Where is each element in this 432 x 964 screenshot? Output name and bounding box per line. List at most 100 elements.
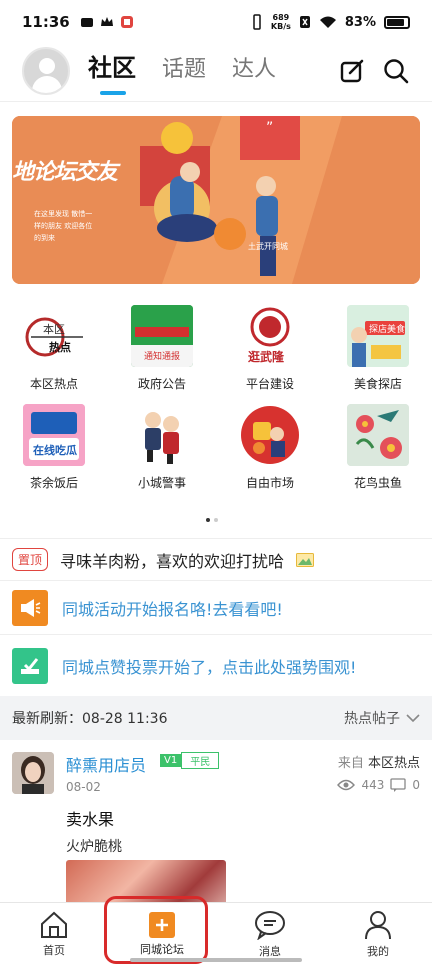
category-label: 美食探店 bbox=[353, 377, 402, 391]
banner-illustration: ” bbox=[12, 116, 420, 284]
hot-thumb: 本区 热点 bbox=[23, 305, 85, 367]
battery-percent: 83% bbox=[344, 14, 376, 30]
svg-text:”: ” bbox=[266, 120, 273, 136]
post-source: 来自 本区热点 bbox=[337, 756, 420, 771]
nav-messages[interactable]: 消息 bbox=[216, 903, 324, 964]
grid-pager bbox=[206, 518, 218, 522]
banner-title: 地论坛交友 bbox=[12, 160, 118, 185]
edit-icon[interactable] bbox=[338, 57, 366, 85]
category-label: 小城警事 bbox=[137, 476, 186, 490]
user-avatar[interactable] bbox=[22, 46, 70, 95]
nav-label: 消息 bbox=[259, 945, 281, 958]
bottom-nav: 首页 同城论坛 消息 我的 bbox=[0, 902, 432, 964]
top-header: 社区 话题 达人 bbox=[0, 40, 432, 102]
svg-text:本区: 本区 bbox=[43, 322, 65, 336]
category-food[interactable]: 探店美食 美食探店 bbox=[324, 305, 432, 392]
network-speed: 689 KB/s bbox=[270, 13, 291, 31]
post-image[interactable] bbox=[66, 860, 226, 902]
market-thumb bbox=[239, 404, 301, 466]
category-flowers[interactable]: 花鸟虫鱼 bbox=[324, 404, 432, 491]
post-stats: 443 0 bbox=[337, 778, 420, 792]
sim-icon bbox=[299, 16, 310, 28]
category-police[interactable]: 小城警事 bbox=[108, 404, 216, 491]
category-label: 本区热点 bbox=[29, 377, 78, 391]
refresh-bar: 最新刷新：08-28 11:36 热点帖子 bbox=[0, 696, 432, 740]
post-item[interactable]: 醉熏用店员 V1 平民 08-02 来自 本区热点 443 0 卖水果 火炉脆桃 bbox=[0, 740, 432, 902]
post-title: 卖水果 bbox=[66, 810, 115, 829]
category-market[interactable]: 自由市场 bbox=[216, 404, 324, 491]
notification-icon bbox=[80, 18, 93, 27]
category-label: 花鸟虫鱼 bbox=[353, 476, 402, 490]
notice-vote-text: 同城点赞投票开始了，点击此处强势围观! bbox=[62, 657, 357, 677]
message-icon bbox=[255, 911, 285, 940]
refresh-time: 最新刷新：08-28 11:36 bbox=[12, 711, 168, 727]
pinned-badge: 置顶 bbox=[12, 548, 49, 571]
pager-dot bbox=[206, 518, 210, 522]
pinned-post[interactable]: 置顶 寻味羊肉粉，喜欢的欢迎打扰哈 bbox=[0, 538, 432, 580]
nav-label: 首页 bbox=[43, 944, 65, 957]
promo-banner[interactable]: ” 地论坛交友 在这里发现 散惜一样的朋友 欢迎各位的到来 土武开同城 bbox=[12, 116, 420, 284]
image-icon bbox=[296, 552, 315, 567]
svg-text:热点: 热点 bbox=[49, 340, 71, 354]
level-badge: V1 平民 bbox=[160, 752, 220, 769]
nav-label: 同城论坛 bbox=[140, 943, 184, 956]
category-gov[interactable]: 通知通报 政府公告 bbox=[108, 305, 216, 392]
chevron-down-icon bbox=[406, 714, 420, 723]
home-icon bbox=[41, 911, 67, 938]
status-bar: 11:36 689 KB/s 83% bbox=[0, 0, 432, 44]
category-label: 茶余饭后 bbox=[29, 476, 78, 490]
source-section[interactable]: 本区热点 bbox=[368, 756, 420, 771]
comment-icon bbox=[390, 778, 407, 792]
pinned-text: 寻味羊肉粉，喜欢的欢迎打扰哈 bbox=[60, 551, 285, 571]
header-tabs: 社区 话题 达人 bbox=[88, 47, 276, 95]
svg-text:通知通报: 通知通报 bbox=[144, 350, 180, 362]
svg-text:逛武隆: 逛武隆 bbox=[248, 349, 285, 364]
status-time: 11:36 bbox=[22, 13, 70, 31]
banner-stamp: 土武开同城 bbox=[248, 242, 288, 251]
category-grid: 本区 热点 本区热点 通知通报 政府公告 逛武隆 平台建设 探店美食 美食探店 … bbox=[0, 305, 432, 491]
battery-icon bbox=[384, 15, 410, 29]
tab-experts[interactable]: 达人 bbox=[232, 51, 276, 95]
home-indicator bbox=[130, 958, 302, 962]
svg-text:在线吃瓜: 在线吃瓜 bbox=[33, 443, 77, 457]
platform-thumb: 逛武隆 bbox=[239, 305, 301, 367]
category-label: 自由市场 bbox=[245, 476, 294, 490]
tab-topics[interactable]: 话题 bbox=[162, 51, 206, 95]
notice-activity-text: 同城活动开始报名咯!去看看吧! bbox=[62, 599, 283, 619]
sort-dropdown[interactable]: 热点帖子 bbox=[344, 708, 420, 728]
wifi-icon bbox=[319, 16, 336, 28]
nav-forum[interactable]: 同城论坛 bbox=[108, 903, 216, 964]
banner-subtitle: 在这里发现 散惜一样的朋友 欢迎各位的到来 bbox=[34, 210, 93, 242]
food-thumb: 探店美食 bbox=[347, 305, 409, 367]
notice-activity[interactable]: 同城活动开始报名咯!去看看吧! bbox=[0, 580, 432, 634]
app-notify-icon bbox=[120, 16, 133, 28]
search-icon[interactable] bbox=[382, 57, 410, 85]
chat-thumb: 在线吃瓜 bbox=[23, 404, 85, 466]
gov-thumb: 通知通报 bbox=[131, 305, 193, 367]
pager-dot bbox=[214, 518, 218, 522]
author-avatar[interactable] bbox=[12, 752, 54, 794]
author-name[interactable]: 醉熏用店员 bbox=[66, 752, 146, 776]
category-label: 政府公告 bbox=[137, 377, 186, 391]
police-thumb bbox=[131, 404, 193, 466]
svg-text:探店美食: 探店美食 bbox=[369, 323, 405, 335]
post-date: 08-02 bbox=[66, 780, 101, 794]
category-hot[interactable]: 本区 热点 本区热点 bbox=[0, 305, 108, 392]
view-count: 443 bbox=[361, 778, 385, 792]
nav-profile[interactable]: 我的 bbox=[324, 903, 432, 964]
megaphone-icon bbox=[12, 589, 48, 626]
post-body: 火炉脆桃 bbox=[66, 839, 122, 855]
plus-icon bbox=[149, 912, 175, 938]
profile-icon bbox=[365, 911, 391, 940]
sort-label: 热点帖子 bbox=[344, 711, 400, 727]
tab-community[interactable]: 社区 bbox=[88, 48, 136, 95]
category-chat[interactable]: 在线吃瓜 茶余饭后 bbox=[0, 404, 108, 491]
flowers-thumb bbox=[347, 404, 409, 466]
category-platform[interactable]: 逛武隆 平台建设 bbox=[216, 305, 324, 392]
notice-vote[interactable]: 同城点赞投票开始了，点击此处强势围观! bbox=[0, 634, 432, 696]
category-label: 平台建设 bbox=[245, 377, 294, 391]
eye-icon bbox=[337, 779, 356, 791]
vibrate-icon bbox=[253, 14, 261, 30]
nav-home[interactable]: 首页 bbox=[0, 903, 108, 964]
vote-icon bbox=[12, 647, 48, 684]
